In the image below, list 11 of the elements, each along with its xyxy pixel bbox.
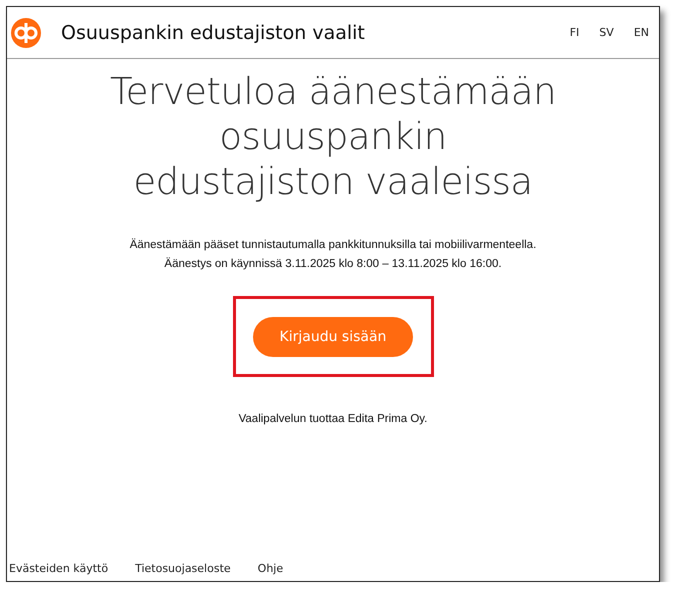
language-link[interactable]: SV [599, 26, 614, 39]
provider-text: Vaalipalvelun tuottaa Edita Prima Oy. [238, 413, 428, 425]
footer-link[interactable]: Tietosuojaseloste [135, 562, 231, 575]
site-title: Osuuspankin edustajiston vaalit [61, 22, 366, 44]
footer-link[interactable]: Evästeiden käyttö [9, 562, 108, 575]
page-heading: Tervetuloa äänestämään osuuspankin edustajiston vaaleissa [108, 69, 558, 204]
logo-icon [11, 18, 41, 48]
language-link[interactable]: FI [570, 26, 580, 39]
intro-text: Äänestämään pääset tunnistautumalla pankkitunnuksilla tai mobiilivarmenteella. Äänestys on käynnissä 3.11.2025 klo 8:00 – 13.11.2025 klo 16:00. [130, 237, 536, 272]
footer-link[interactable]: Ohje [258, 562, 284, 575]
language-link[interactable]: EN [634, 26, 649, 39]
